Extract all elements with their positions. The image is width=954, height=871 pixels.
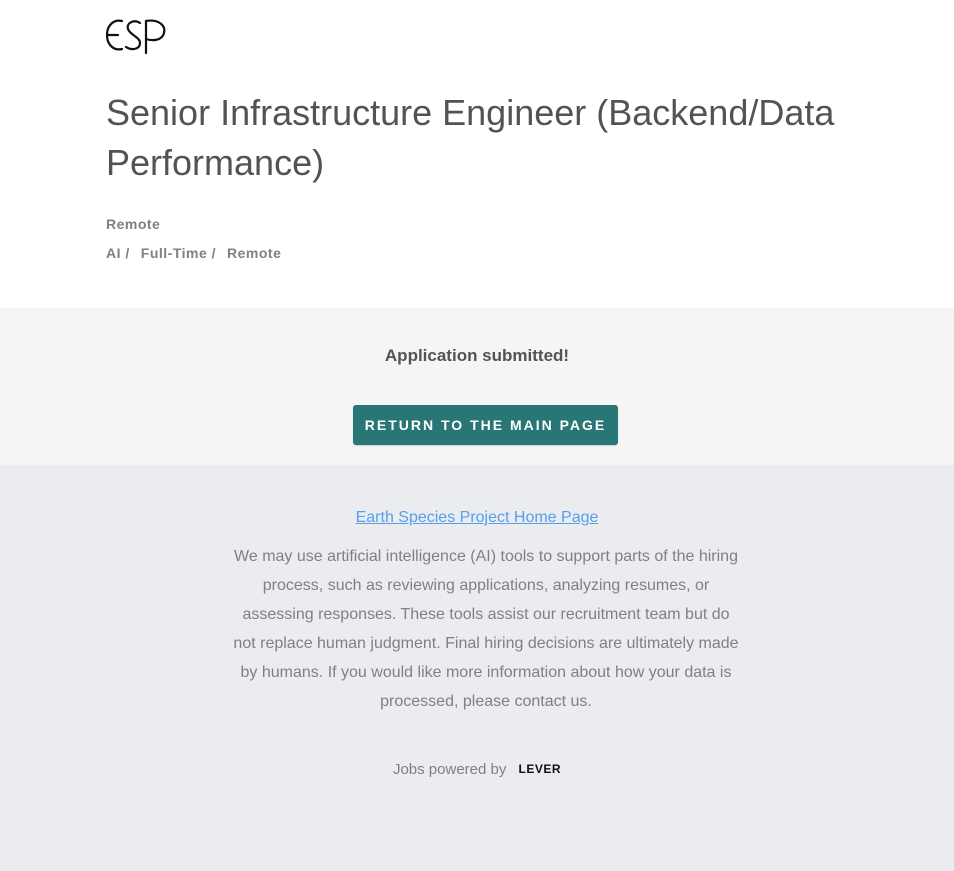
job-categories: AI / Full-Time / Remote [106,245,292,261]
page-footer: Earth Species Project Home Page We may u… [0,465,954,871]
job-header: Senior Infrastructure Engineer (Backend/… [0,0,954,308]
job-location: Remote [106,216,161,232]
ai-disclaimer: We may use artificial intelligence (AI) … [233,548,739,710]
category-workplace: Remote [227,245,282,261]
category-team: AI / [106,245,130,261]
submitted-message: Application submitted! [384,346,570,365]
home-page-link[interactable]: Earth Species Project Home Page [0,509,954,527]
powered-by-text: Jobs powered by [392,761,507,778]
application-confirmation: Application submitted! RETURN TO THE MAI… [0,308,954,465]
esp-logo-icon[interactable] [106,17,168,55]
powered-by: Jobs powered by LEVER [0,761,954,778]
return-main-page-button[interactable]: RETURN TO THE MAIN PAGE [353,405,618,445]
job-title: Senior Infrastructure Engineer (Backend/… [106,92,835,183]
category-commitment: Full-Time / [140,245,217,261]
lever-logo-icon[interactable]: LEVER [519,762,562,776]
